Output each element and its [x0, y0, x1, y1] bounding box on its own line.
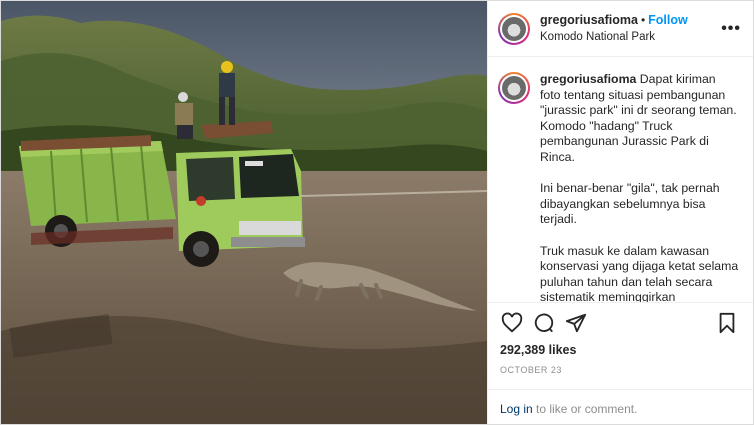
caption-paragraph-3: Truk masuk ke dalam kawasan konservasi y…	[540, 243, 739, 302]
share-icon[interactable]	[564, 311, 588, 335]
caption-paragraph-2: Ini benar-benar "gila", tak pernah dibay…	[540, 181, 720, 227]
author-username[interactable]: gregoriusafioma	[540, 13, 638, 27]
heart-icon[interactable]	[500, 311, 524, 335]
photo-scene	[1, 1, 487, 424]
actions-section: 292,389 likes OCTOBER 23 Log in to like …	[488, 302, 753, 424]
bookmark-icon[interactable]	[715, 311, 739, 335]
likes-count[interactable]: 292,389 likes	[500, 343, 739, 357]
caption-section: gregoriusafioma Dapat kiriman foto tenta…	[488, 57, 753, 302]
post-photo[interactable]	[1, 1, 487, 424]
separator-dot: •	[640, 13, 646, 27]
caption-author-avatar[interactable]	[498, 72, 530, 104]
login-prompt: Log in to like or comment.	[488, 389, 753, 416]
post-side-panel: gregoriusafioma • Follow Komodo National P…	[487, 1, 753, 424]
post-location[interactable]: Komodo National Park	[540, 29, 721, 46]
post-date[interactable]: OCTOBER 23	[500, 365, 739, 375]
login-link[interactable]: Log in	[500, 402, 533, 416]
follow-button[interactable]: Follow	[648, 13, 688, 27]
author-avatar[interactable]	[498, 12, 530, 45]
instagram-post: gregoriusafioma • Follow Komodo National P…	[0, 0, 754, 425]
login-prompt-text: to like or comment.	[532, 402, 638, 416]
more-options-icon[interactable]: •••	[721, 20, 741, 38]
caption-text: gregoriusafioma Dapat kiriman foto tenta…	[540, 72, 739, 302]
comment-icon[interactable]	[532, 311, 556, 335]
post-header: gregoriusafioma • Follow Komodo National P…	[488, 1, 753, 57]
caption-author-username[interactable]: gregoriusafioma	[540, 72, 636, 86]
author-info: gregoriusafioma • Follow Komodo National P…	[540, 11, 721, 46]
action-icons	[500, 311, 739, 335]
